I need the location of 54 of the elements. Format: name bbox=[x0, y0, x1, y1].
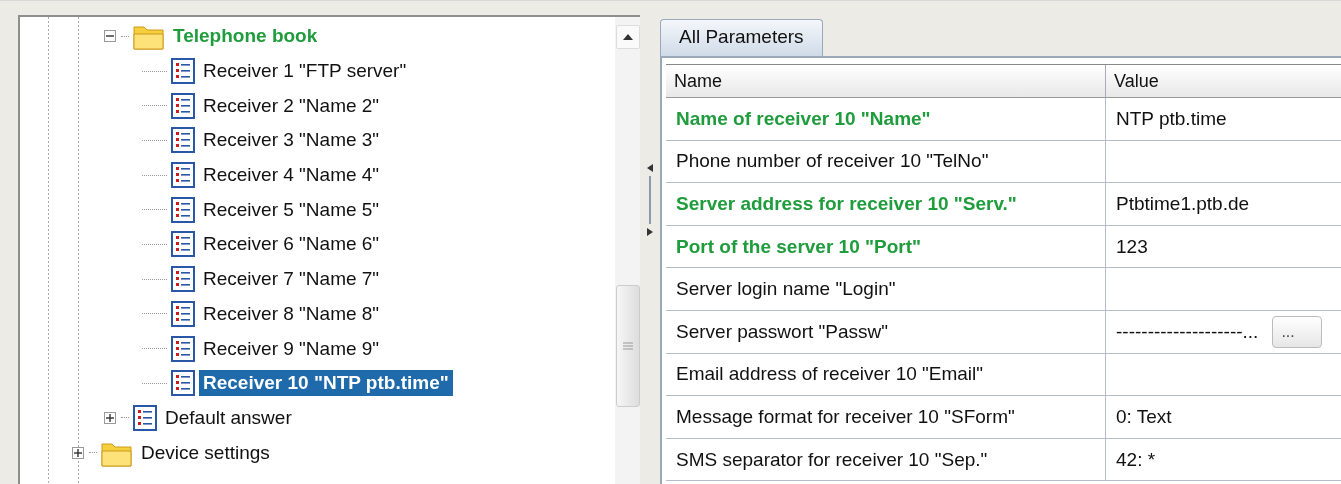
scroll-thumb[interactable] bbox=[615, 285, 640, 407]
table-cell: 0: Text bbox=[1106, 396, 1341, 439]
table-cell: Message format for receiver 10 "SForm" bbox=[666, 396, 1106, 439]
tree-item[interactable]: Receiver 10 "NTP ptb.time" bbox=[199, 370, 453, 397]
list-icon bbox=[171, 92, 195, 119]
table-cell: Ptbtime1.ptb.de bbox=[1106, 183, 1341, 226]
tree-item[interactable]: Device settings bbox=[137, 439, 274, 466]
tree-item[interactable]: Receiver 2 "Name 2" bbox=[199, 92, 384, 119]
table-cell: NTP ptb.time bbox=[1106, 98, 1341, 141]
expand-toggle[interactable] bbox=[72, 446, 84, 459]
scroll-up-button[interactable] bbox=[615, 25, 640, 49]
table-cell: Phone number of receiver 10 "TelNo" bbox=[666, 140, 1106, 184]
left-arrow-icon bbox=[647, 163, 653, 172]
table-cell: Email address of receiver 10 "Email" bbox=[666, 353, 1106, 397]
tree-item[interactable]: Default answer bbox=[161, 404, 296, 431]
tree-item[interactable]: Receiver 3 "Name 3" bbox=[199, 127, 384, 154]
table-cell: 123 bbox=[1106, 225, 1341, 269]
tree-item[interactable]: Receiver 4 "Name 4" bbox=[199, 162, 384, 189]
password-value: --------------------... bbox=[1116, 320, 1259, 343]
list-icon bbox=[171, 231, 195, 258]
tree-item[interactable]: Receiver 7 "Name 7" bbox=[199, 266, 384, 293]
table-cell: Server login name "Login" bbox=[666, 268, 1106, 311]
column-header[interactable]: Name bbox=[666, 65, 1106, 98]
table-cell: 42: * bbox=[1106, 438, 1341, 482]
table-cell: SMS separator for receiver 10 "Sep." bbox=[666, 438, 1106, 482]
scrollbar[interactable] bbox=[615, 17, 640, 484]
table-cell: Server address for receiver 10 "Serv." bbox=[666, 183, 1106, 226]
list-icon bbox=[171, 58, 195, 85]
table-cell: Port of the server 10 "Port" bbox=[666, 225, 1106, 269]
up-arrow-icon bbox=[622, 34, 633, 40]
list-icon bbox=[171, 162, 195, 189]
right-arrow-icon bbox=[647, 227, 653, 236]
tree-item[interactable]: Receiver 8 "Name 8" bbox=[199, 300, 384, 327]
tree-item[interactable]: Receiver 6 "Name 6" bbox=[199, 231, 384, 258]
table-cell: Name of receiver 10 "Name" bbox=[666, 98, 1106, 141]
list-icon bbox=[171, 196, 195, 223]
grip-icon bbox=[622, 342, 633, 350]
tree-item[interactable]: Receiver 5 "Name 5" bbox=[199, 196, 384, 223]
tab[interactable]: All Parameters bbox=[660, 19, 823, 56]
tree-item[interactable]: Receiver 9 "Name 9" bbox=[199, 335, 384, 362]
list-icon bbox=[171, 335, 195, 362]
list-icon bbox=[133, 404, 157, 431]
collapse-toggle[interactable] bbox=[104, 30, 116, 43]
expand-toggle[interactable] bbox=[104, 411, 116, 424]
browse-button[interactable]: ... bbox=[1272, 315, 1323, 348]
list-icon bbox=[171, 127, 195, 154]
plus-icon bbox=[106, 413, 114, 422]
tree-item[interactable]: Telephone book bbox=[169, 23, 322, 50]
list-icon bbox=[171, 300, 195, 327]
list-icon bbox=[171, 266, 195, 293]
plus-icon bbox=[74, 448, 82, 457]
tree-item[interactable]: Receiver 1 "FTP server" bbox=[199, 58, 411, 85]
table-cell: Server passwort "Passw" bbox=[666, 310, 1106, 354]
list-icon bbox=[171, 370, 195, 397]
